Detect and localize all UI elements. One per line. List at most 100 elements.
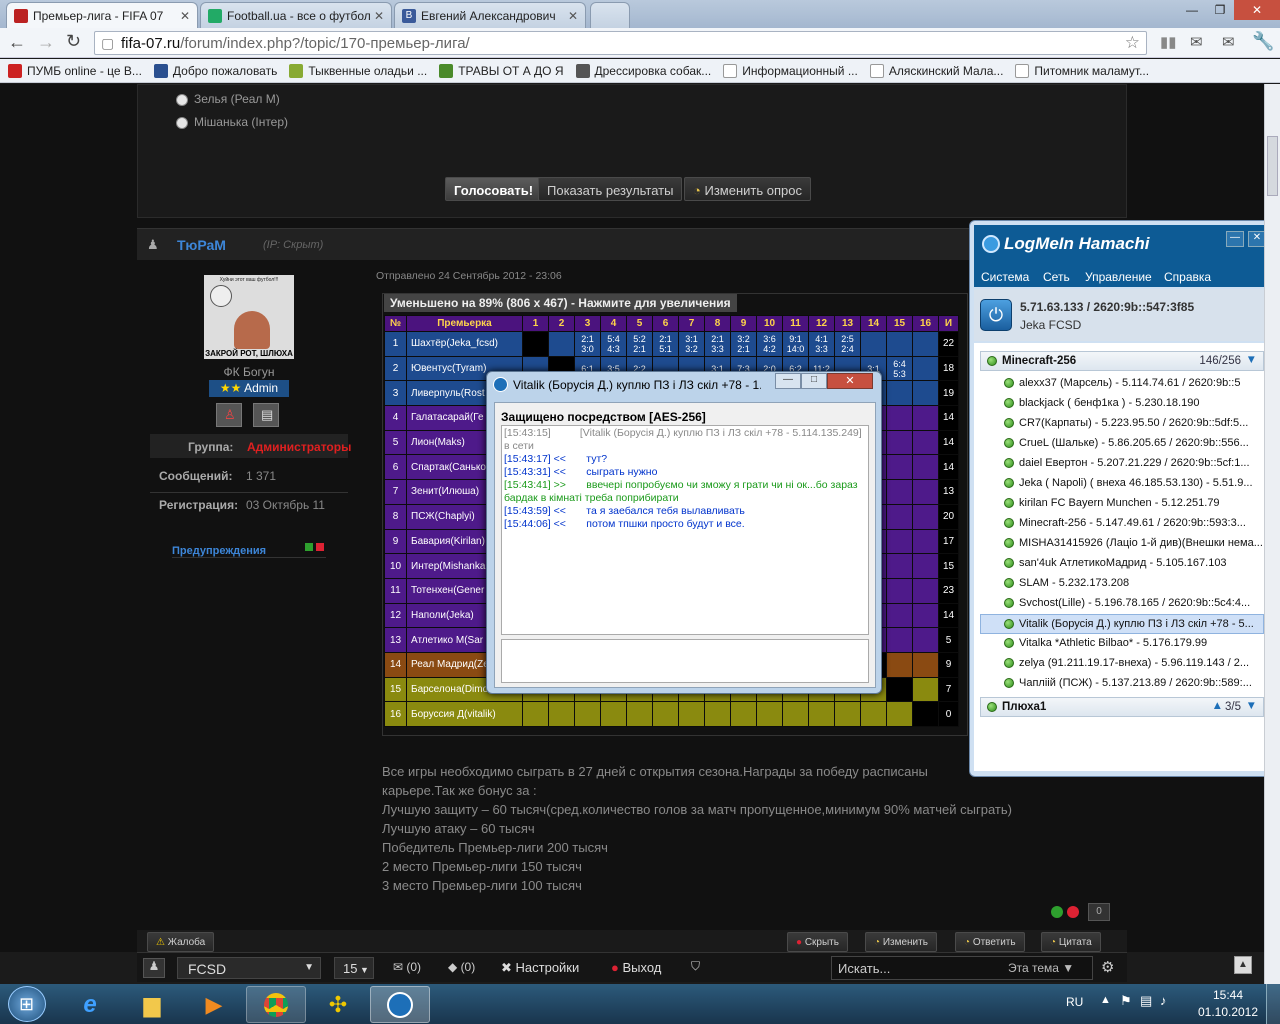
reload-icon[interactable]: ↻ [66, 31, 81, 52]
user-icon[interactable]: ♟ [143, 958, 165, 978]
network-member[interactable]: Jeka ( Napoli) ( внеха 46.185.53.130) - … [1004, 474, 1266, 494]
vote-button[interactable]: Голосовать! [445, 177, 543, 201]
reply-button[interactable]: ◔ Ответить [955, 932, 1025, 952]
back-icon[interactable]: ← [8, 32, 26, 53]
hide-button[interactable]: ● Скрыть [787, 932, 848, 952]
scroll-top-icon[interactable]: ▲ [1234, 956, 1252, 974]
notifications-link[interactable]: ◆ (0) [448, 960, 475, 974]
network-member[interactable]: CrueL (Шальке) - 5.86.205.65 / 2620:9b::… [1004, 434, 1266, 454]
wrench-menu-icon[interactable]: 🔧 [1252, 31, 1274, 52]
taskbar-explorer[interactable]: ▆ [122, 986, 182, 1023]
network-member[interactable]: Vitalik (Борусія Д.) куплю ПЗ і ЛЗ скіл … [980, 614, 1264, 634]
report-button[interactable]: ⚠ Жалоба [147, 932, 215, 952]
bookmark-herbs[interactable]: ТРАВЫ ОТ А ДО Я [439, 63, 564, 78]
tab-football-ua[interactable]: Football.ua - все о футбол ✕ [200, 2, 392, 28]
network-member[interactable]: Vitalka *Athletic Bilbao* - 5.176.179.99 [1004, 634, 1266, 654]
show-desktop-button[interactable] [1266, 984, 1280, 1024]
rate-up-icon[interactable] [1051, 906, 1063, 918]
radio-icon[interactable] [176, 116, 188, 129]
minimize-icon[interactable]: — [1178, 0, 1206, 20]
bookmark-alaskan[interactable]: Аляскинский Мала... [869, 63, 1003, 78]
hamachi-window[interactable]: LogMeIn Hamachi — ✕ Система Сеть Управле… [969, 220, 1274, 777]
taskbar-hamachi[interactable] [370, 986, 430, 1023]
network-member[interactable]: san'4uk АтлетикоМадрид - 5.105.167.103 [1004, 554, 1266, 574]
close-tab-icon[interactable]: ✕ [374, 9, 384, 23]
network-member[interactable]: daiel Евертон - 5.207.21.229 / 2620:9b::… [1004, 454, 1266, 474]
send-message-button[interactable]: ▤ [253, 403, 279, 427]
poll-option-2[interactable]: Мішанька (Інтер) [176, 115, 288, 129]
hamachi-chat-window[interactable]: Vitalik (Борусія Д.) куплю ПЗ і ЛЗ скіл … [486, 371, 882, 694]
scroll-thumb[interactable] [1267, 136, 1278, 196]
post-author[interactable]: ТюРаМ [177, 237, 226, 253]
bookmark-pancakes[interactable]: Тыквенные оладьи ... [289, 63, 427, 78]
network-member[interactable]: zelya (91.211.19.17-внеха) - 5.96.119.14… [1004, 654, 1266, 674]
start-button[interactable]: ⊞ [8, 986, 46, 1022]
network-member[interactable]: SLAM - 5.232.173.208 [1004, 574, 1266, 594]
volume-icon[interactable]: ♪ [1160, 993, 1167, 1008]
new-tab-button[interactable] [590, 2, 630, 28]
bookmark-kennel[interactable]: Питомник маламут... [1015, 63, 1149, 78]
page-scrollbar[interactable] [1264, 84, 1280, 984]
tray-arrow-icon[interactable]: ▲ [1100, 994, 1111, 1006]
network-member[interactable]: MISHA31415926 (Лаціо 1-й див)(Внешки нем… [1004, 534, 1266, 554]
shield-icon[interactable]: ⛉ [691, 959, 700, 974]
network-plyukha1[interactable]: Плюха1 3/5 ▲ ▼ [980, 697, 1264, 717]
maximize-icon[interactable]: □ [801, 373, 827, 389]
bookmark-welcome[interactable]: Добро пожаловать [153, 63, 277, 78]
rate-down-icon[interactable] [1067, 906, 1079, 918]
taskbar-media-player[interactable]: ▶ [184, 986, 244, 1023]
tab-vk[interactable]: B Евгений Александрович ✕ [394, 2, 586, 28]
power-button-icon[interactable]: ⏻ [980, 299, 1012, 331]
show-results-button[interactable]: Показать результаты [538, 177, 683, 201]
settings-link[interactable]: ✖ Настройки [501, 960, 579, 976]
radio-icon[interactable] [176, 93, 188, 106]
gear-icon[interactable]: ⚙ [1101, 958, 1114, 976]
edit-poll-button[interactable]: ◔ Изменить опрос [684, 177, 811, 201]
poll-option-1[interactable]: Зелья (Реал М) [176, 92, 280, 106]
warn-plus-icon[interactable] [305, 543, 313, 551]
network-icon[interactable]: ▤ [1140, 993, 1152, 1009]
maximize-icon[interactable]: ❐ [1206, 0, 1234, 20]
network-member[interactable]: Minecraft-256 - 5.147.49.61 / 2620:9b::5… [1004, 514, 1266, 534]
bookmark-info[interactable]: Информационный ... [723, 63, 858, 78]
search-scope-select[interactable]: Эта тема ▼ [1008, 961, 1074, 975]
clock-time[interactable]: 15:44 [1203, 988, 1253, 1002]
clock-date[interactable]: 01.10.2012 [1196, 1005, 1260, 1019]
action-center-icon[interactable]: ⚑ [1120, 993, 1132, 1009]
menu-manage[interactable]: Управление [1085, 270, 1152, 284]
taskbar-game[interactable]: ✣ [308, 986, 368, 1023]
add-friend-button[interactable]: ♙ [216, 403, 242, 427]
search-input[interactable]: Искать... Эта тема ▼ [831, 956, 1093, 980]
warnings-link[interactable]: Предупреждения [172, 545, 326, 558]
network-member[interactable]: blackjack ( бенф1ка ) - 5.230.18.190 [1004, 394, 1266, 414]
menu-system[interactable]: Система [981, 270, 1029, 284]
bookmark-star-icon[interactable]: ☆ [1125, 33, 1140, 53]
gmail-extension-icon[interactable]: ✉ [1222, 33, 1235, 51]
warn-minus-icon[interactable] [316, 543, 324, 551]
bookmark-pumb[interactable]: ПУМБ online - це В... [8, 63, 142, 78]
stats-extension-icon[interactable]: ▮▮ [1160, 33, 1177, 51]
close-tab-icon[interactable]: ✕ [180, 9, 190, 23]
mail-extension-icon[interactable]: ✉ [1190, 33, 1203, 51]
chat-input[interactable] [501, 639, 869, 683]
menu-help[interactable]: Справка [1164, 270, 1211, 284]
bookmark-dog-training[interactable]: Дрессировка собак... [575, 63, 711, 78]
network-member[interactable]: alexx37 (Марсель) - 5.114.74.61 / 2620:9… [1004, 374, 1266, 394]
forward-icon[interactable]: → [37, 32, 55, 53]
taskbar-chrome[interactable] [246, 986, 306, 1023]
logout-link[interactable]: ● Выход [611, 960, 661, 975]
address-bar[interactable]: ▢ fifa-07.ru/forum/index.php?/topic/170-… [94, 31, 1147, 55]
per-page-select[interactable]: 15 ▼ [334, 957, 374, 979]
inbox-link[interactable]: ✉ (0) [393, 960, 421, 974]
user-dropdown[interactable]: FCSD ▼ [177, 957, 321, 979]
network-member[interactable]: Чапліій (ПСЖ) - 5.137.213.89 / 2620:9b::… [1004, 674, 1266, 694]
minimize-icon[interactable]: — [775, 373, 801, 389]
minimize-icon[interactable]: — [1226, 231, 1244, 247]
close-tab-icon[interactable]: ✕ [568, 9, 578, 23]
image-caption[interactable]: Уменьшено на 89% (806 x 467) - Нажмите д… [384, 294, 737, 312]
language-indicator[interactable]: RU [1066, 995, 1083, 1009]
close-window-icon[interactable]: ✕ [1234, 0, 1280, 20]
menu-network[interactable]: Сеть [1043, 270, 1070, 284]
network-member[interactable]: CR7(Карпаты) - 5.223.95.50 / 2620:9b::5d… [1004, 414, 1266, 434]
tab-fifa07[interactable]: Премьер-лига - FIFA 07 ✕ [6, 2, 198, 29]
